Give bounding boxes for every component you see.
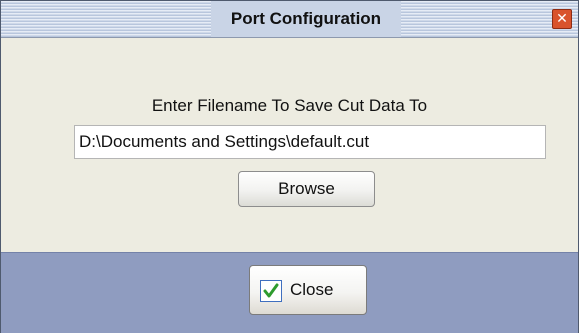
checkmark-icon	[260, 280, 282, 302]
dialog-title: Port Configuration	[211, 1, 401, 37]
filename-prompt: Enter Filename To Save Cut Data To	[151, 96, 428, 115]
close-button-label: Close	[290, 280, 334, 299]
close-button[interactable]: Close	[249, 265, 367, 315]
filename-input[interactable]	[74, 125, 546, 159]
title-bar[interactable]: Port Configuration ✕	[1, 1, 578, 38]
close-icon[interactable]: ✕	[552, 9, 572, 29]
port-configuration-dialog: Port Configuration ✕ Enter Filename To S…	[0, 0, 579, 333]
dialog-content: Enter Filename To Save Cut Data To Brows…	[1, 38, 578, 252]
browse-button[interactable]: Browse	[238, 171, 375, 207]
